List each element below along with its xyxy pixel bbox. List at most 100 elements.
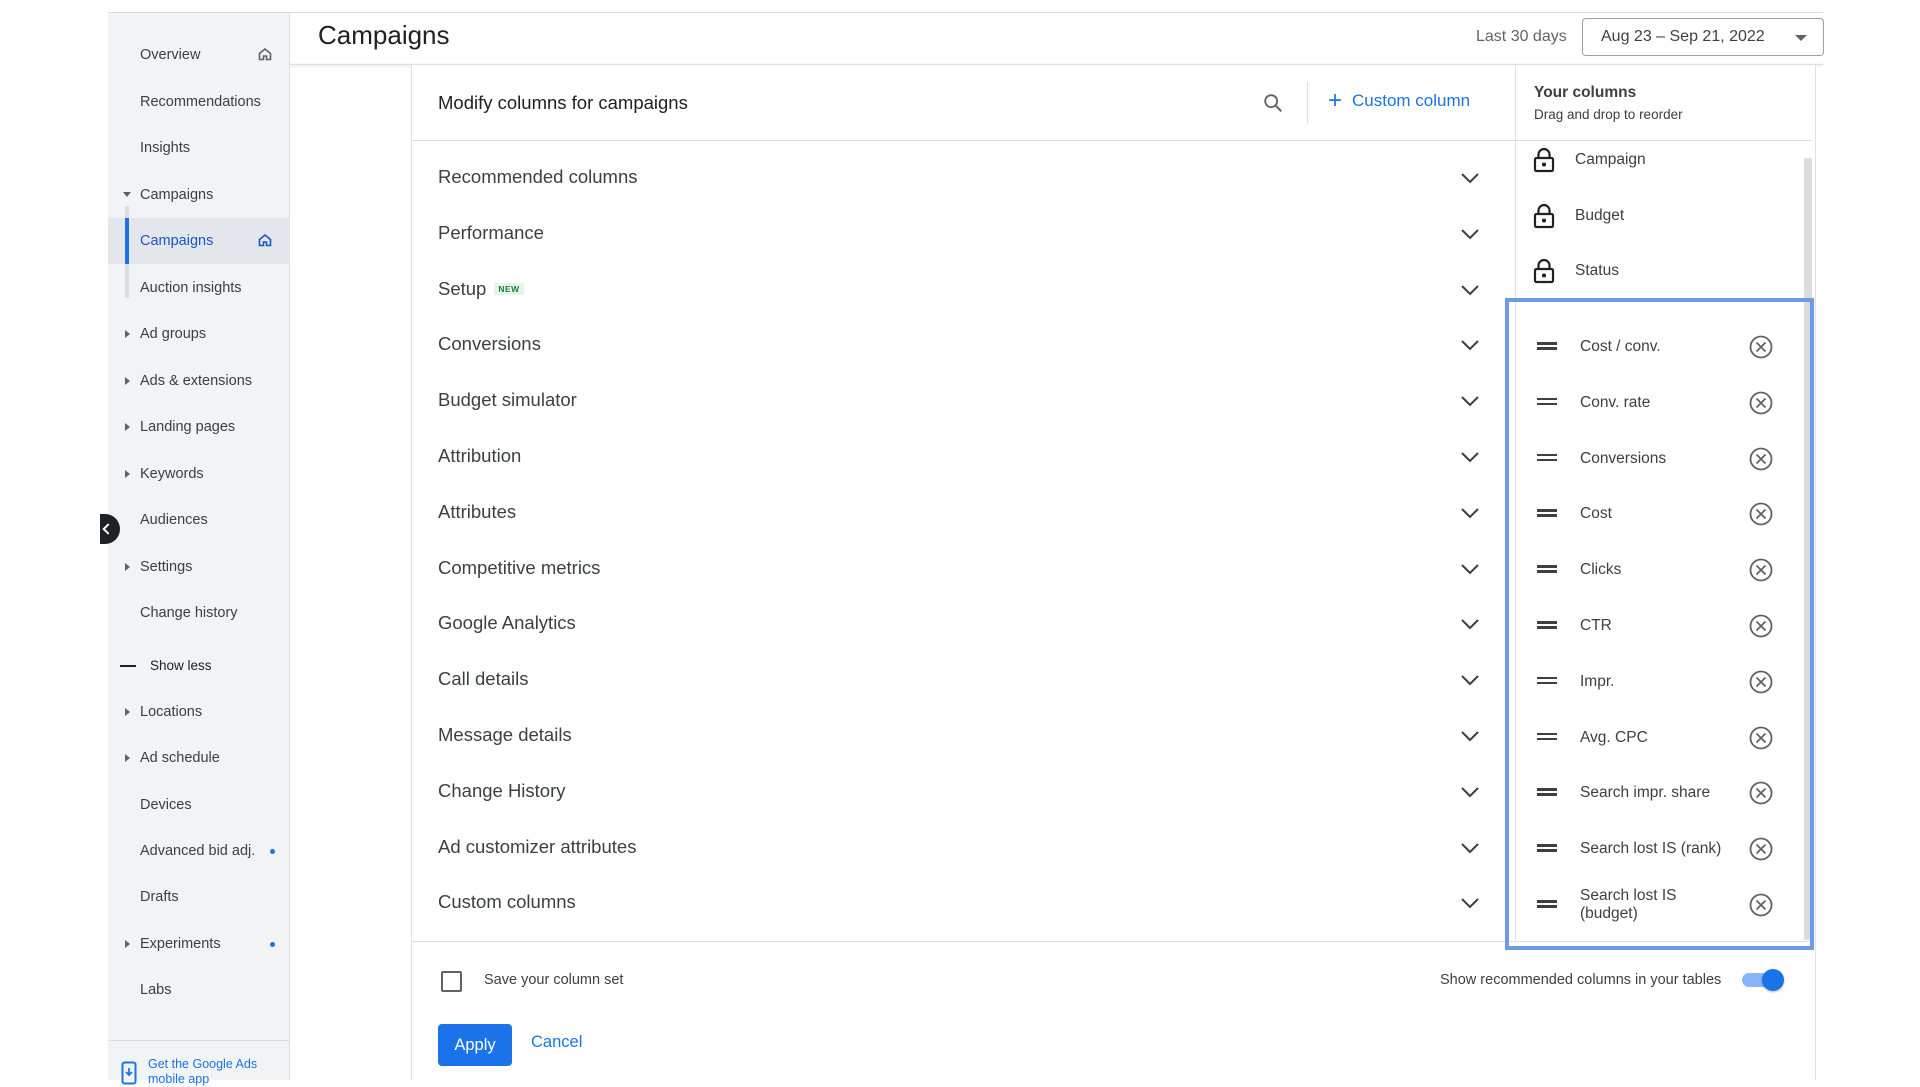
column-category-ad-customizer-attributes[interactable]: Ad customizer attributes bbox=[438, 828, 1488, 868]
sidebar-item-landing-pages[interactable]: Landing pages bbox=[108, 404, 289, 450]
drag-handle-icon[interactable] bbox=[1537, 342, 1557, 350]
sidebar-item-labs[interactable]: Labs bbox=[108, 967, 289, 1013]
column-category-competitive-metrics[interactable]: Competitive metrics bbox=[438, 549, 1488, 589]
category-label: Recommended columns bbox=[438, 166, 637, 188]
drag-handle-icon[interactable] bbox=[1537, 788, 1557, 796]
remove-column-button[interactable] bbox=[1748, 669, 1774, 700]
selected-column-search-lost-is-rank[interactable]: Search lost IS (rank) bbox=[1533, 829, 1793, 869]
save-column-set-checkbox[interactable] bbox=[441, 971, 462, 992]
sidebar-item-auction-insights[interactable]: Auction insights bbox=[108, 265, 289, 311]
selected-column-ctr[interactable]: CTR bbox=[1533, 606, 1793, 646]
category-label: Custom columns bbox=[438, 891, 576, 913]
remove-column-button[interactable] bbox=[1748, 557, 1774, 588]
category-text: Performance bbox=[438, 221, 544, 243]
column-category-call-details[interactable]: Call details bbox=[438, 660, 1488, 700]
column-category-change-history[interactable]: Change History bbox=[438, 772, 1488, 812]
date-range-value: Aug 23 – Sep 21, 2022 bbox=[1601, 28, 1765, 45]
remove-circle-icon bbox=[1749, 670, 1773, 694]
selected-column-search-lost-is-budget[interactable]: Search lost IS (budget) bbox=[1533, 885, 1793, 925]
expand-arrow-icon[interactable] bbox=[125, 469, 130, 478]
show-recommended-toggle[interactable] bbox=[1742, 969, 1784, 991]
custom-column-button[interactable]: + Custom column bbox=[1328, 87, 1470, 114]
column-category-google-analytics[interactable]: Google Analytics bbox=[438, 604, 1488, 644]
sidebar-item-change-history[interactable]: Change history bbox=[108, 590, 289, 636]
drag-handle-icon[interactable] bbox=[1537, 844, 1557, 852]
drag-handle-icon[interactable] bbox=[1537, 676, 1557, 685]
lock-icon bbox=[1533, 258, 1555, 284]
sidebar-item-campaigns-active[interactable]: Campaigns bbox=[108, 218, 289, 264]
column-category-budget-simulator[interactable]: Budget simulator bbox=[438, 381, 1488, 421]
remove-column-button[interactable] bbox=[1748, 725, 1774, 756]
home-icon bbox=[258, 233, 272, 247]
plus-icon: + bbox=[1328, 87, 1343, 114]
sidebar-item-experiments[interactable]: Experiments bbox=[108, 921, 289, 967]
remove-column-button[interactable] bbox=[1748, 501, 1774, 532]
selected-column-conv-rate[interactable]: Conv. rate bbox=[1533, 383, 1793, 423]
selected-column-conversions[interactable]: Conversions bbox=[1533, 439, 1793, 479]
apply-button[interactable]: Apply bbox=[438, 1024, 512, 1066]
sidebar-item-overview[interactable]: Overview bbox=[108, 32, 289, 78]
expand-arrow-icon[interactable] bbox=[125, 939, 130, 948]
expand-arrow-icon[interactable] bbox=[125, 708, 130, 716]
expand-arrow-icon[interactable] bbox=[125, 754, 130, 763]
selected-column-cost[interactable]: Cost bbox=[1533, 494, 1793, 534]
column-category-custom-columns[interactable]: Custom columns bbox=[438, 883, 1488, 923]
expand-arrow-icon[interactable] bbox=[125, 376, 130, 385]
column-category-attributes[interactable]: Attributes bbox=[438, 493, 1488, 533]
expand-arrow-icon[interactable] bbox=[125, 330, 130, 338]
sidebar-item-insights[interactable]: Insights bbox=[108, 125, 289, 171]
sidebar-item-label: Campaigns bbox=[140, 186, 214, 203]
sidebar-item-settings[interactable]: Settings bbox=[108, 544, 289, 590]
remove-column-button[interactable] bbox=[1748, 892, 1774, 923]
column-category-recommended-columns[interactable]: Recommended columns bbox=[438, 158, 1488, 198]
search-icon[interactable] bbox=[1262, 92, 1284, 114]
column-category-attribution[interactable]: Attribution bbox=[438, 437, 1488, 477]
sidebar-item-ad-schedule[interactable]: Ad schedule bbox=[108, 735, 289, 781]
drag-handle-icon[interactable] bbox=[1537, 732, 1557, 741]
sidebar-item-locations[interactable]: Locations bbox=[108, 689, 289, 735]
column-category-message-details[interactable]: Message details bbox=[438, 716, 1488, 756]
remove-column-button[interactable] bbox=[1748, 334, 1774, 365]
sidebar-item-audiences[interactable]: Audiences bbox=[108, 497, 289, 543]
sidebar-item-campaigns[interactable]: Campaigns bbox=[108, 172, 289, 218]
sidebar-item-keywords[interactable]: Keywords bbox=[108, 451, 289, 497]
drag-handle-icon[interactable] bbox=[1537, 509, 1557, 517]
drag-handle-icon[interactable] bbox=[1537, 565, 1557, 573]
expand-arrow-icon[interactable] bbox=[125, 423, 130, 431]
sidebar-item-drafts[interactable]: Drafts bbox=[108, 874, 289, 920]
category-text: Change History bbox=[438, 779, 566, 801]
show-less-button[interactable]: Show less bbox=[120, 658, 212, 673]
drag-handle-icon[interactable] bbox=[1537, 621, 1557, 629]
sidebar-item-recommendations[interactable]: Recommendations bbox=[108, 79, 289, 125]
cancel-button[interactable]: Cancel bbox=[531, 1033, 582, 1052]
column-label: Cost bbox=[1580, 505, 1612, 523]
selected-column-impr[interactable]: Impr. bbox=[1533, 662, 1793, 702]
remove-circle-icon bbox=[1749, 335, 1773, 359]
column-category-conversions[interactable]: Conversions bbox=[438, 325, 1488, 365]
expand-arrow-icon[interactable] bbox=[125, 562, 130, 571]
selected-column-clicks[interactable]: Clicks bbox=[1533, 550, 1793, 590]
drag-handle-icon[interactable] bbox=[1537, 453, 1557, 462]
sidebar-item-devices[interactable]: Devices bbox=[108, 782, 289, 828]
remove-column-button[interactable] bbox=[1748, 613, 1774, 644]
chevron-down-icon bbox=[1461, 731, 1479, 742]
selected-column-search-impr-share[interactable]: Search impr. share bbox=[1533, 773, 1793, 813]
category-label: Conversions bbox=[438, 333, 541, 355]
remove-column-button[interactable] bbox=[1748, 836, 1774, 867]
column-category-setup[interactable]: Setup NEW bbox=[438, 270, 1488, 310]
column-category-performance[interactable]: Performance bbox=[438, 214, 1488, 254]
sidebar-item-label: Auction insights bbox=[140, 279, 242, 296]
sidebar-item-ad-groups[interactable]: Ad groups bbox=[108, 311, 289, 357]
drag-handle-icon[interactable] bbox=[1537, 900, 1557, 908]
sidebar-item-ads-extensions[interactable]: Ads & extensions bbox=[108, 358, 289, 404]
date-range-picker[interactable]: Aug 23 – Sep 21, 2022 bbox=[1582, 18, 1824, 56]
mobile-app-link[interactable]: Get the Google Ads mobile app bbox=[108, 1040, 289, 1086]
remove-column-button[interactable] bbox=[1748, 390, 1774, 421]
remove-column-button[interactable] bbox=[1748, 446, 1774, 477]
selected-column-cost-conv[interactable]: Cost / conv. bbox=[1533, 327, 1793, 367]
collapse-arrow-icon[interactable] bbox=[123, 192, 131, 197]
drag-handle-icon[interactable] bbox=[1537, 397, 1557, 406]
remove-column-button[interactable] bbox=[1748, 780, 1774, 811]
sidebar-item-advanced-bid-adj[interactable]: Advanced bid adj. bbox=[108, 828, 289, 874]
selected-column-avg-cpc[interactable]: Avg. CPC bbox=[1533, 718, 1793, 758]
